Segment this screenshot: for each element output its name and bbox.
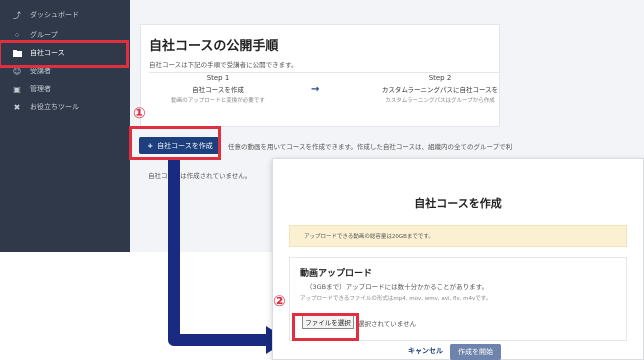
step-marker-1: ① [133, 104, 146, 122]
upload-note: （3GBまで）アップロードには数十分かかることがあります。 [306, 283, 488, 291]
step-desc: 動画のアップロードと変換が必要です [171, 98, 265, 104]
step-2: Step 2 カスタムラーニングパスに自社コースを カスタムラーニングパスはグル… [370, 74, 510, 104]
step-number: Step 1 [206, 74, 230, 82]
sidebar: ⤴ ダッシュボード ⁘ グループ 自社コース ☺ 受講者 ▣ 管理者 ✖ お役立… [0, 0, 130, 252]
sidebar-item-label: お役立ちツール [30, 103, 79, 111]
tools-icon: ✖ [13, 102, 21, 112]
sidebar-item-label: グループ [30, 31, 58, 39]
sidebar-item-tools[interactable]: ✖ お役立ちツール [0, 96, 130, 118]
step-title: カスタムラーニングパスに自社コースを [381, 86, 499, 94]
cancel-button[interactable]: キャンセル [408, 346, 443, 356]
group-icon: ⁘ [13, 30, 21, 40]
chart-icon: ⤴ [13, 10, 21, 20]
admin-icon: ▣ [13, 84, 21, 94]
create-button-highlight-frame [129, 126, 221, 160]
page-title: 自社コースの公開手順 [149, 39, 279, 54]
capacity-info-text: アップロードできる動画の総容量は20GBまでです。 [304, 234, 434, 240]
sidebar-item-label: ダッシュボード [30, 11, 79, 19]
upload-title: 動画アップロード [300, 269, 373, 279]
divider [149, 72, 499, 73]
empty-message: 自社コースは作成されていません。 [148, 172, 252, 180]
create-description: 任意の動画を用いてコースを作成できます。作成した自社コースは、組織内の全てのグル… [228, 143, 513, 151]
modal-title: 自社コースを作成 [414, 197, 502, 210]
step-number: Step 2 [428, 74, 452, 82]
arrow-right-icon: → [311, 84, 320, 95]
step-title: 自社コースを作成 [192, 86, 244, 94]
sidebar-item-label: 管理者 [30, 85, 51, 93]
start-create-button[interactable]: 作成を開始 [450, 344, 501, 360]
sidebar-highlight-frame [0, 40, 129, 68]
step-1: Step 1 自社コースを作成 動画のアップロードと変換が必要です [168, 74, 268, 104]
sidebar-item-dashboard[interactable]: ⤴ ダッシュボード [0, 4, 130, 26]
step-desc: カスタムラーニングパスはグループから作成 [385, 98, 495, 104]
capacity-info-box: アップロードできる動画の総容量は20GBまでです。 [289, 225, 627, 247]
file-status: 選択されていません [358, 320, 417, 328]
step-marker-2: ② [273, 292, 286, 310]
file-button-highlight-frame [292, 313, 359, 341]
upload-formats: アップロードできるファイルの形式はmp4, mov, wmv, avi, flv… [300, 296, 492, 302]
card-subtitle: 自社コースは下記の手順で受講者に公開できます。 [149, 61, 298, 69]
